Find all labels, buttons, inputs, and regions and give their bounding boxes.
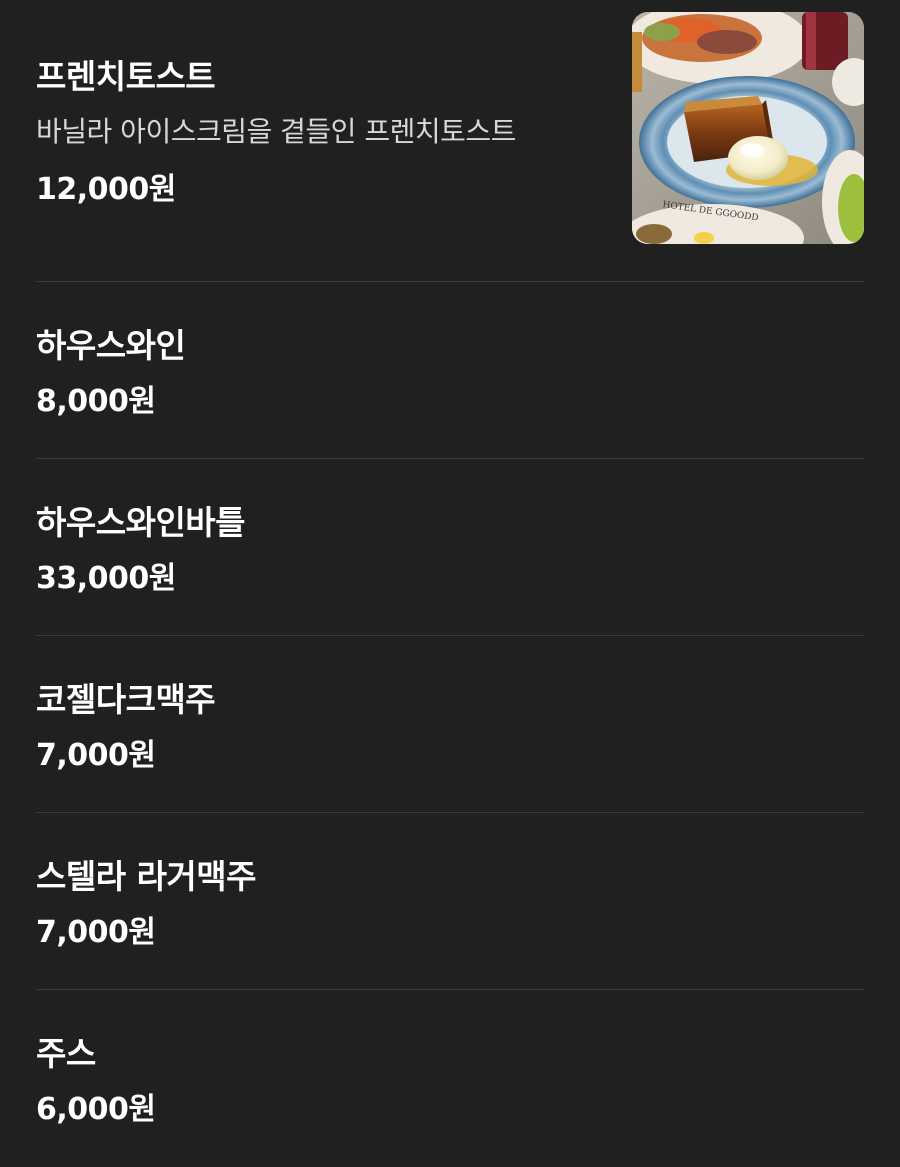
menu-item-price: 8,000원 <box>36 384 156 419</box>
menu-item-name: 코젤다크맥주 <box>36 680 216 719</box>
menu-item-name: 하우스와인바틀 <box>36 503 246 542</box>
menu-item-description: 바닐라 아이스크림을 곁들인 프렌치토스트 <box>36 115 516 148</box>
menu-item-juice[interactable]: 주스 6,000원 <box>36 990 864 1167</box>
menu-item-stella-lager[interactable]: 스텔라 라거맥주 7,000원 <box>36 813 864 990</box>
menu-item-photo[interactable]: HOTEL DE GGOODD <box>632 12 864 244</box>
menu-item-house-wine[interactable]: 하우스와인 8,000원 <box>36 282 864 459</box>
menu-item-name: 하우스와인 <box>36 326 186 365</box>
menu-item-name: 프렌치토스트 <box>36 57 216 96</box>
menu-list: 프렌치토스트 바닐라 아이스크림을 곁들인 프렌치토스트 12,000원 HOT… <box>0 0 900 1167</box>
menu-item-price: 7,000원 <box>36 915 156 950</box>
menu-item-price: 6,000원 <box>36 1092 156 1127</box>
menu-item-kozel-dark-beer[interactable]: 코젤다크맥주 7,000원 <box>36 636 864 813</box>
menu-item-name: 주스 <box>36 1034 96 1073</box>
french-toast-photo: HOTEL DE GGOODD <box>632 12 864 244</box>
menu-item-french-toast[interactable]: 프렌치토스트 바닐라 아이스크림을 곁들인 프렌치토스트 12,000원 HOT… <box>36 0 864 282</box>
menu-item-price: 7,000원 <box>36 738 156 773</box>
menu-item-name: 스텔라 라거맥주 <box>36 857 257 896</box>
menu-item-price: 33,000원 <box>36 561 176 596</box>
menu-item-house-wine-bottle[interactable]: 하우스와인바틀 33,000원 <box>36 459 864 636</box>
menu-item-price: 12,000원 <box>36 172 176 207</box>
